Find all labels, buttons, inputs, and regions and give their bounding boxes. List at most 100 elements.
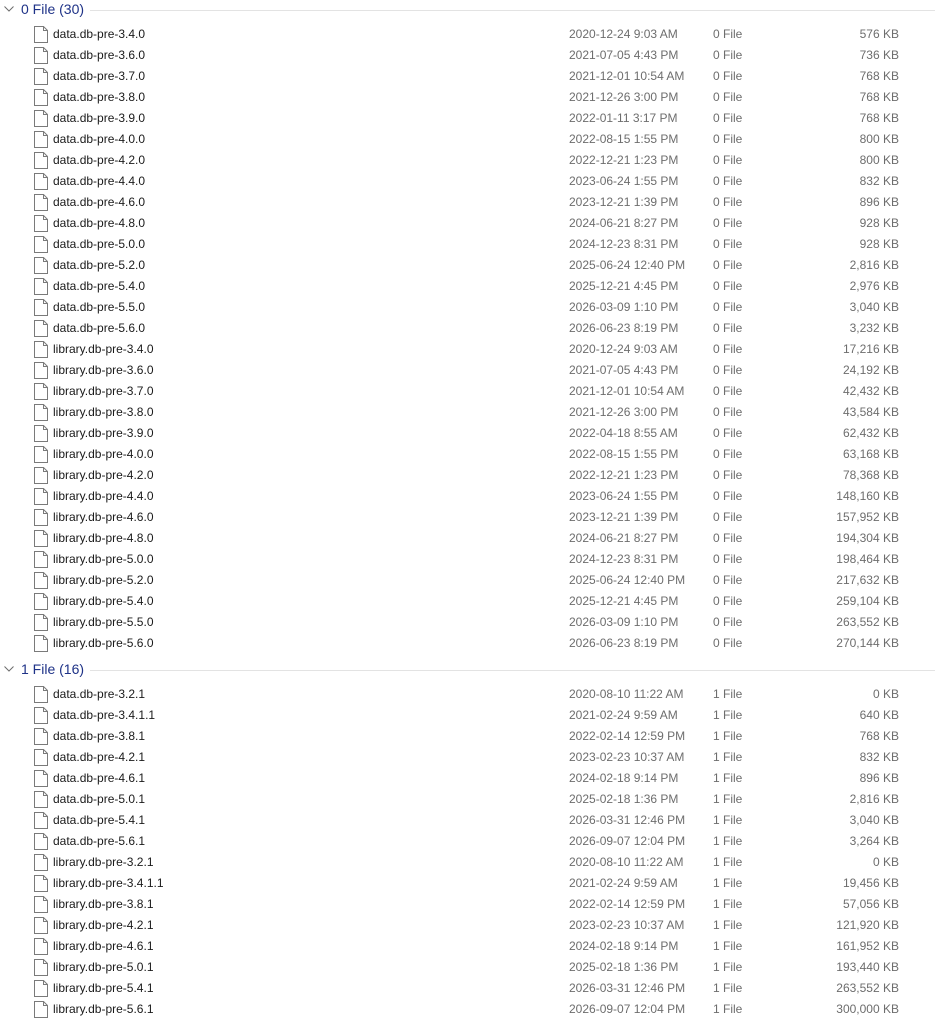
file-row[interactable]: library.db-pre-4.4.0 2023-06-24 1:55 PM 0 … [0,486,939,507]
file-type: 0 File [713,573,743,587]
file-row[interactable]: library.db-pre-4.8.0 2024-06-21 8:27 PM 0 … [0,528,939,549]
file-row[interactable]: data.db-pre-3.4.0 2020-12-24 9:03 AM 0 Fil… [0,24,939,45]
file-name: library.db-pre-5.6.0 [53,636,154,650]
file-date-modified: 2023-06-24 1:55 PM [569,174,679,188]
chevron-down-icon[interactable] [0,660,18,678]
file-size: 896 KB [859,771,899,785]
file-size: 800 KB [859,153,899,167]
file-row[interactable]: data.db-pre-5.2.0 2025-06-24 12:40 PM 0 Fi… [0,255,939,276]
file-date-modified: 2022-12-21 1:23 PM [569,468,679,482]
file-size: 43,584 KB [842,405,899,419]
file-type: 0 File [713,90,743,104]
file-row[interactable]: library.db-pre-5.6.0 2026-06-23 8:19 PM 0 … [0,633,939,654]
file-icon [34,26,48,43]
file-date-modified: 2026-03-31 12:46 PM [569,981,686,995]
file-row[interactable]: data.db-pre-4.2.0 2022-12-21 1:23 PM 0 Fil… [0,150,939,171]
file-row[interactable]: library.db-pre-3.9.0 2022-04-18 8:55 AM 0 … [0,423,939,444]
file-row[interactable]: library.db-pre-4.2.0 2022-12-21 1:23 PM 0 … [0,465,939,486]
file-row[interactable]: data.db-pre-3.8.0 2021-12-26 3:00 PM 0 Fil… [0,87,939,108]
file-row[interactable]: library.db-pre-5.0.1 2025-02-18 1:36 PM 1 … [0,957,939,978]
file-size: 3,264 KB [849,834,899,848]
group-divider [90,9,935,11]
file-name: data.db-pre-4.6.1 [53,771,146,785]
file-size: 300,000 KB [836,1002,899,1016]
file-row[interactable]: data.db-pre-3.7.0 2021-12-01 10:54 AM 0 Fi… [0,66,939,87]
file-row[interactable]: library.db-pre-3.8.1 2022-02-14 12:59 PM 1… [0,894,939,915]
file-date-modified: 2026-09-07 12:04 PM [569,1002,686,1016]
file-size: 19,456 KB [842,876,899,890]
file-row[interactable]: data.db-pre-3.9.0 2022-01-11 3:17 PM 0 Fil… [0,108,939,129]
file-row[interactable]: data.db-pre-4.2.1 2023-02-23 10:37 AM 1 Fi… [0,747,939,768]
file-row[interactable]: library.db-pre-3.7.0 2021-12-01 10:54 AM 0… [0,381,939,402]
file-icon [34,488,48,505]
file-row[interactable]: library.db-pre-5.0.0 2024-12-23 8:31 PM 0 … [0,549,939,570]
file-row[interactable]: data.db-pre-3.2.1 2020-08-10 11:22 AM 1 Fi… [0,684,939,705]
group-header[interactable]: 1 File (16) [0,660,939,678]
file-row[interactable]: library.db-pre-4.6.0 2023-12-21 1:39 PM 0 … [0,507,939,528]
file-row[interactable]: library.db-pre-3.6.0 2021-07-05 4:43 PM 0 … [0,360,939,381]
group-header[interactable]: 0 File (30) [0,0,939,18]
file-name: data.db-pre-4.2.1 [53,750,146,764]
file-row[interactable]: data.db-pre-4.6.0 2023-12-21 1:39 PM 0 Fil… [0,192,939,213]
file-row[interactable]: data.db-pre-4.0.0 2022-08-15 1:55 PM 0 Fil… [0,129,939,150]
file-row[interactable]: data.db-pre-5.5.0 2026-03-09 1:10 PM 0 Fil… [0,297,939,318]
file-type: 0 File [713,27,743,41]
file-row[interactable]: data.db-pre-4.6.1 2024-02-18 9:14 PM 1 Fil… [0,768,939,789]
file-type: 0 File [713,510,743,524]
file-row[interactable]: data.db-pre-5.6.0 2026-06-23 8:19 PM 0 Fil… [0,318,939,339]
file-row[interactable]: library.db-pre-4.0.0 2022-08-15 1:55 PM 0 … [0,444,939,465]
file-date-modified: 2022-08-15 1:55 PM [569,132,679,146]
file-row[interactable]: library.db-pre-5.4.0 2025-12-21 4:45 PM 0 … [0,591,939,612]
file-row[interactable]: data.db-pre-3.6.0 2021-07-05 4:43 PM 0 Fil… [0,45,939,66]
file-date-modified: 2024-02-18 9:14 PM [569,939,679,953]
file-row[interactable]: data.db-pre-4.4.0 2023-06-24 1:55 PM 0 Fil… [0,171,939,192]
file-size: 259,104 KB [836,594,899,608]
file-row[interactable]: data.db-pre-5.6.1 2026-09-07 12:04 PM 1 Fi… [0,831,939,852]
file-name: data.db-pre-3.8.1 [53,729,146,743]
file-date-modified: 2021-12-26 3:00 PM [569,405,679,419]
file-row[interactable]: data.db-pre-4.8.0 2024-06-21 8:27 PM 0 Fil… [0,213,939,234]
file-icon [34,1001,48,1018]
file-date-modified: 2026-03-09 1:10 PM [569,300,679,314]
file-icon [34,614,48,631]
file-row[interactable]: data.db-pre-3.4.1.1 2021-02-24 9:59 AM 1 F… [0,705,939,726]
file-name: library.db-pre-4.2.0 [53,468,154,482]
file-date-modified: 2020-12-24 9:03 AM [569,27,678,41]
file-row[interactable]: library.db-pre-3.2.1 2020-08-10 11:22 AM 1… [0,852,939,873]
file-name: data.db-pre-3.6.0 [53,48,146,62]
file-row[interactable]: data.db-pre-3.8.1 2022-02-14 12:59 PM 1 Fi… [0,726,939,747]
chevron-down-icon[interactable] [0,0,18,18]
file-row[interactable]: library.db-pre-4.6.1 2024-02-18 9:14 PM 1 … [0,936,939,957]
file-row[interactable]: library.db-pre-5.2.0 2025-06-24 12:40 PM 0… [0,570,939,591]
file-type: 0 File [713,174,743,188]
file-size: 194,304 KB [836,531,899,545]
file-row[interactable]: library.db-pre-4.2.1 2023-02-23 10:37 AM 1… [0,915,939,936]
file-size: 270,144 KB [836,636,899,650]
file-name: data.db-pre-3.7.0 [53,69,146,83]
file-size: 768 KB [859,111,899,125]
file-row[interactable]: data.db-pre-5.4.0 2025-12-21 4:45 PM 0 Fil… [0,276,939,297]
file-row[interactable]: library.db-pre-3.4.0 2020-12-24 9:03 AM 0 … [0,339,939,360]
file-type: 0 File [713,489,743,503]
file-row[interactable]: data.db-pre-5.4.1 2026-03-31 12:46 PM 1 Fi… [0,810,939,831]
file-size: 0 KB [872,855,899,869]
file-row[interactable]: data.db-pre-5.0.0 2024-12-23 8:31 PM 0 Fil… [0,234,939,255]
file-name: library.db-pre-4.4.0 [53,489,154,503]
file-date-modified: 2026-06-23 8:19 PM [569,636,679,650]
file-date-modified: 2022-02-14 12:59 PM [569,729,686,743]
file-name: data.db-pre-5.5.0 [53,300,146,314]
file-row[interactable]: data.db-pre-5.0.1 2025-02-18 1:36 PM 1 Fil… [0,789,939,810]
file-name: library.db-pre-3.2.1 [53,855,154,869]
file-name: data.db-pre-3.4.0 [53,27,146,41]
file-row[interactable]: library.db-pre-5.5.0 2026-03-09 1:10 PM 0 … [0,612,939,633]
file-date-modified: 2025-12-21 4:45 PM [569,594,679,608]
file-row[interactable]: library.db-pre-3.4.1.1 2021-02-24 9:59 AM… [0,873,939,894]
file-row[interactable]: library.db-pre-5.6.1 2026-09-07 12:04 PM 1… [0,999,939,1020]
group-title: 1 File (16) [21,661,85,677]
file-icon [34,896,48,913]
file-size: 3,232 KB [849,321,899,335]
file-type: 1 File [713,687,743,701]
file-row[interactable]: library.db-pre-5.4.1 2026-03-31 12:46 PM 1… [0,978,939,999]
file-row[interactable]: library.db-pre-3.8.0 2021-12-26 3:00 PM 0 … [0,402,939,423]
file-icon [34,425,48,442]
